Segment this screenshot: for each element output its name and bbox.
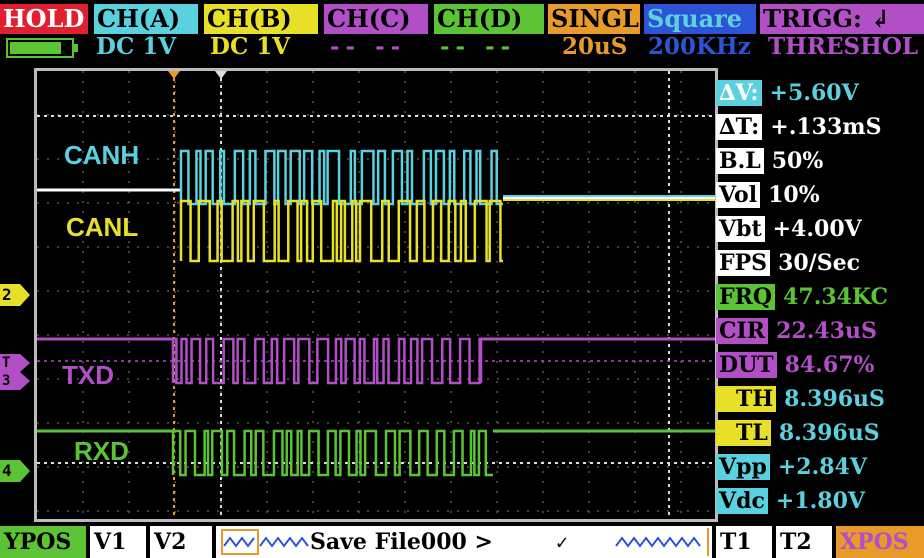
channel-b-button[interactable]: CH(B) bbox=[204, 4, 318, 34]
measurement-time-low-key: TL bbox=[716, 420, 771, 446]
measurement-delta-v-key: ∆V: bbox=[716, 80, 762, 106]
measurement-fps[interactable]: FPS 30/Sec bbox=[716, 250, 860, 276]
waveform-traces bbox=[37, 71, 715, 477]
measurement-cycle[interactable]: CIR 22.43uS bbox=[716, 318, 877, 344]
measurement-time-high[interactable]: TH 8.396uS bbox=[716, 386, 885, 412]
xpos-button[interactable]: XPOS bbox=[836, 526, 924, 558]
canl-label: CANL bbox=[66, 212, 139, 242]
channel-d-marker-label: 4 bbox=[2, 461, 12, 480]
measurement-vdc[interactable]: Vdc +1.80V bbox=[716, 488, 865, 514]
measurement-delta-t-key: ∆T: bbox=[716, 114, 763, 140]
channel-c-marker-label: 3 bbox=[2, 373, 11, 389]
measurement-delta-t-value: +.133mS bbox=[770, 114, 882, 140]
txd-label: TXD bbox=[62, 360, 114, 390]
t1-button[interactable]: T1 bbox=[716, 526, 772, 558]
measurement-delta-v-value: +5.60V bbox=[769, 80, 859, 106]
waveform-type-button[interactable]: Square bbox=[644, 4, 756, 34]
channel-b-coupling: DC 1V bbox=[210, 33, 291, 60]
measurement-frequency-value: 47.34KC bbox=[783, 284, 889, 310]
channel-d-marker[interactable]: 4 bbox=[0, 460, 30, 482]
measurement-vdc-key: Vdc bbox=[716, 488, 768, 514]
file-panel[interactable]: Save File000 > ✓ bbox=[216, 526, 712, 558]
measurement-fps-key: FPS bbox=[716, 250, 771, 276]
measurement-fps-value: 30/Sec bbox=[778, 250, 860, 276]
cursor-t1-tip bbox=[168, 71, 180, 79]
measurement-cycle-key: CIR bbox=[716, 318, 769, 344]
hold-button[interactable]: HOLD bbox=[0, 4, 88, 34]
measurement-backlight-value: 50% bbox=[771, 148, 824, 174]
wave-icon-right bbox=[615, 528, 709, 556]
measurement-time-low[interactable]: TL 8.396uS bbox=[716, 420, 880, 446]
measurement-volume-key: Vol bbox=[716, 182, 761, 208]
measurement-vpp[interactable]: Vpp +2.84V bbox=[716, 454, 867, 480]
measurement-delta-v[interactable]: ∆V: +5.60V bbox=[716, 80, 859, 106]
oscilloscope-screen: HOLD CH(A) CH(B) CH(C) CH(D) SINGL Squar… bbox=[0, 0, 924, 558]
measurement-vpp-value: +2.84V bbox=[777, 454, 867, 480]
v1-button[interactable]: V1 bbox=[90, 526, 146, 558]
trigger-button[interactable]: TRIGG: ↲ bbox=[760, 4, 924, 34]
measurement-duty[interactable]: DUT 84.67% bbox=[716, 352, 874, 378]
file-name: Save File000 > bbox=[310, 529, 493, 555]
channel-a-button[interactable]: CH(A) bbox=[94, 4, 198, 34]
measurement-time-high-value: 8.396uS bbox=[784, 386, 885, 412]
rxd-label: RXD bbox=[74, 436, 129, 466]
channel-a-coupling: DC 1V bbox=[96, 33, 177, 60]
channel-d-coupling: -- -- bbox=[440, 33, 517, 60]
cursor-t2-tip bbox=[215, 71, 227, 79]
channel-b-marker[interactable]: 2 bbox=[0, 284, 30, 306]
measurement-battery-voltage-key: Vbt bbox=[716, 216, 765, 242]
measurement-volume[interactable]: Vol 10% bbox=[716, 182, 820, 208]
channel-c-coupling: -- -- bbox=[330, 33, 407, 60]
measurement-frequency[interactable]: FRQ 47.34KC bbox=[716, 284, 888, 310]
measurement-delta-t[interactable]: ∆T: +.133mS bbox=[716, 114, 881, 140]
channel-c-marker[interactable]: 3 bbox=[0, 372, 30, 390]
battery-icon bbox=[6, 38, 78, 58]
sample-rate-value: 200KHz bbox=[648, 33, 751, 60]
v2-button[interactable]: V2 bbox=[150, 526, 212, 558]
measurement-battery-voltage-value: +4.00V bbox=[772, 216, 862, 242]
confirm-icon[interactable]: ✓ bbox=[556, 526, 568, 558]
wave-icon-left bbox=[221, 529, 309, 555]
t2-button[interactable]: T2 bbox=[776, 526, 832, 558]
canl-trace bbox=[179, 199, 503, 263]
measurement-vpp-key: Vpp bbox=[716, 454, 770, 480]
measurement-cycle-value: 22.43uS bbox=[776, 318, 877, 344]
ypos-button[interactable]: YPOS bbox=[0, 526, 86, 558]
measurement-volume-value: 10% bbox=[768, 182, 820, 208]
measurement-battery-voltage[interactable]: Vbt +4.00V bbox=[716, 216, 862, 242]
measurement-duty-value: 84.67% bbox=[784, 352, 875, 378]
trigger-marker[interactable]: T bbox=[0, 354, 30, 372]
waveform-display[interactable] bbox=[34, 68, 718, 522]
channel-b-marker-label: 2 bbox=[2, 285, 12, 304]
trigger-marker-label: T bbox=[2, 355, 11, 371]
measurement-backlight[interactable]: B.L 50% bbox=[716, 148, 823, 174]
canh-trace bbox=[179, 149, 503, 206]
waveform-canvas bbox=[37, 71, 715, 519]
measurement-time-low-value: 8.396uS bbox=[778, 420, 880, 446]
measurement-vdc-value: +1.80V bbox=[775, 488, 865, 514]
threshold-label: THRESHOL bbox=[768, 33, 919, 60]
measurement-frequency-key: FRQ bbox=[716, 284, 776, 310]
timebase-value: 20uS bbox=[562, 33, 628, 60]
canh-label: CANH bbox=[64, 140, 140, 170]
channel-c-button[interactable]: CH(C) bbox=[324, 4, 428, 34]
measurement-duty-key: DUT bbox=[716, 352, 777, 378]
trigger-mode-button[interactable]: SINGL bbox=[548, 4, 640, 34]
measurement-backlight-key: B.L bbox=[716, 148, 764, 174]
measurement-time-high-key: TH bbox=[716, 386, 777, 412]
channel-d-button[interactable]: CH(D) bbox=[434, 4, 544, 34]
rxd-trace bbox=[171, 429, 493, 477]
